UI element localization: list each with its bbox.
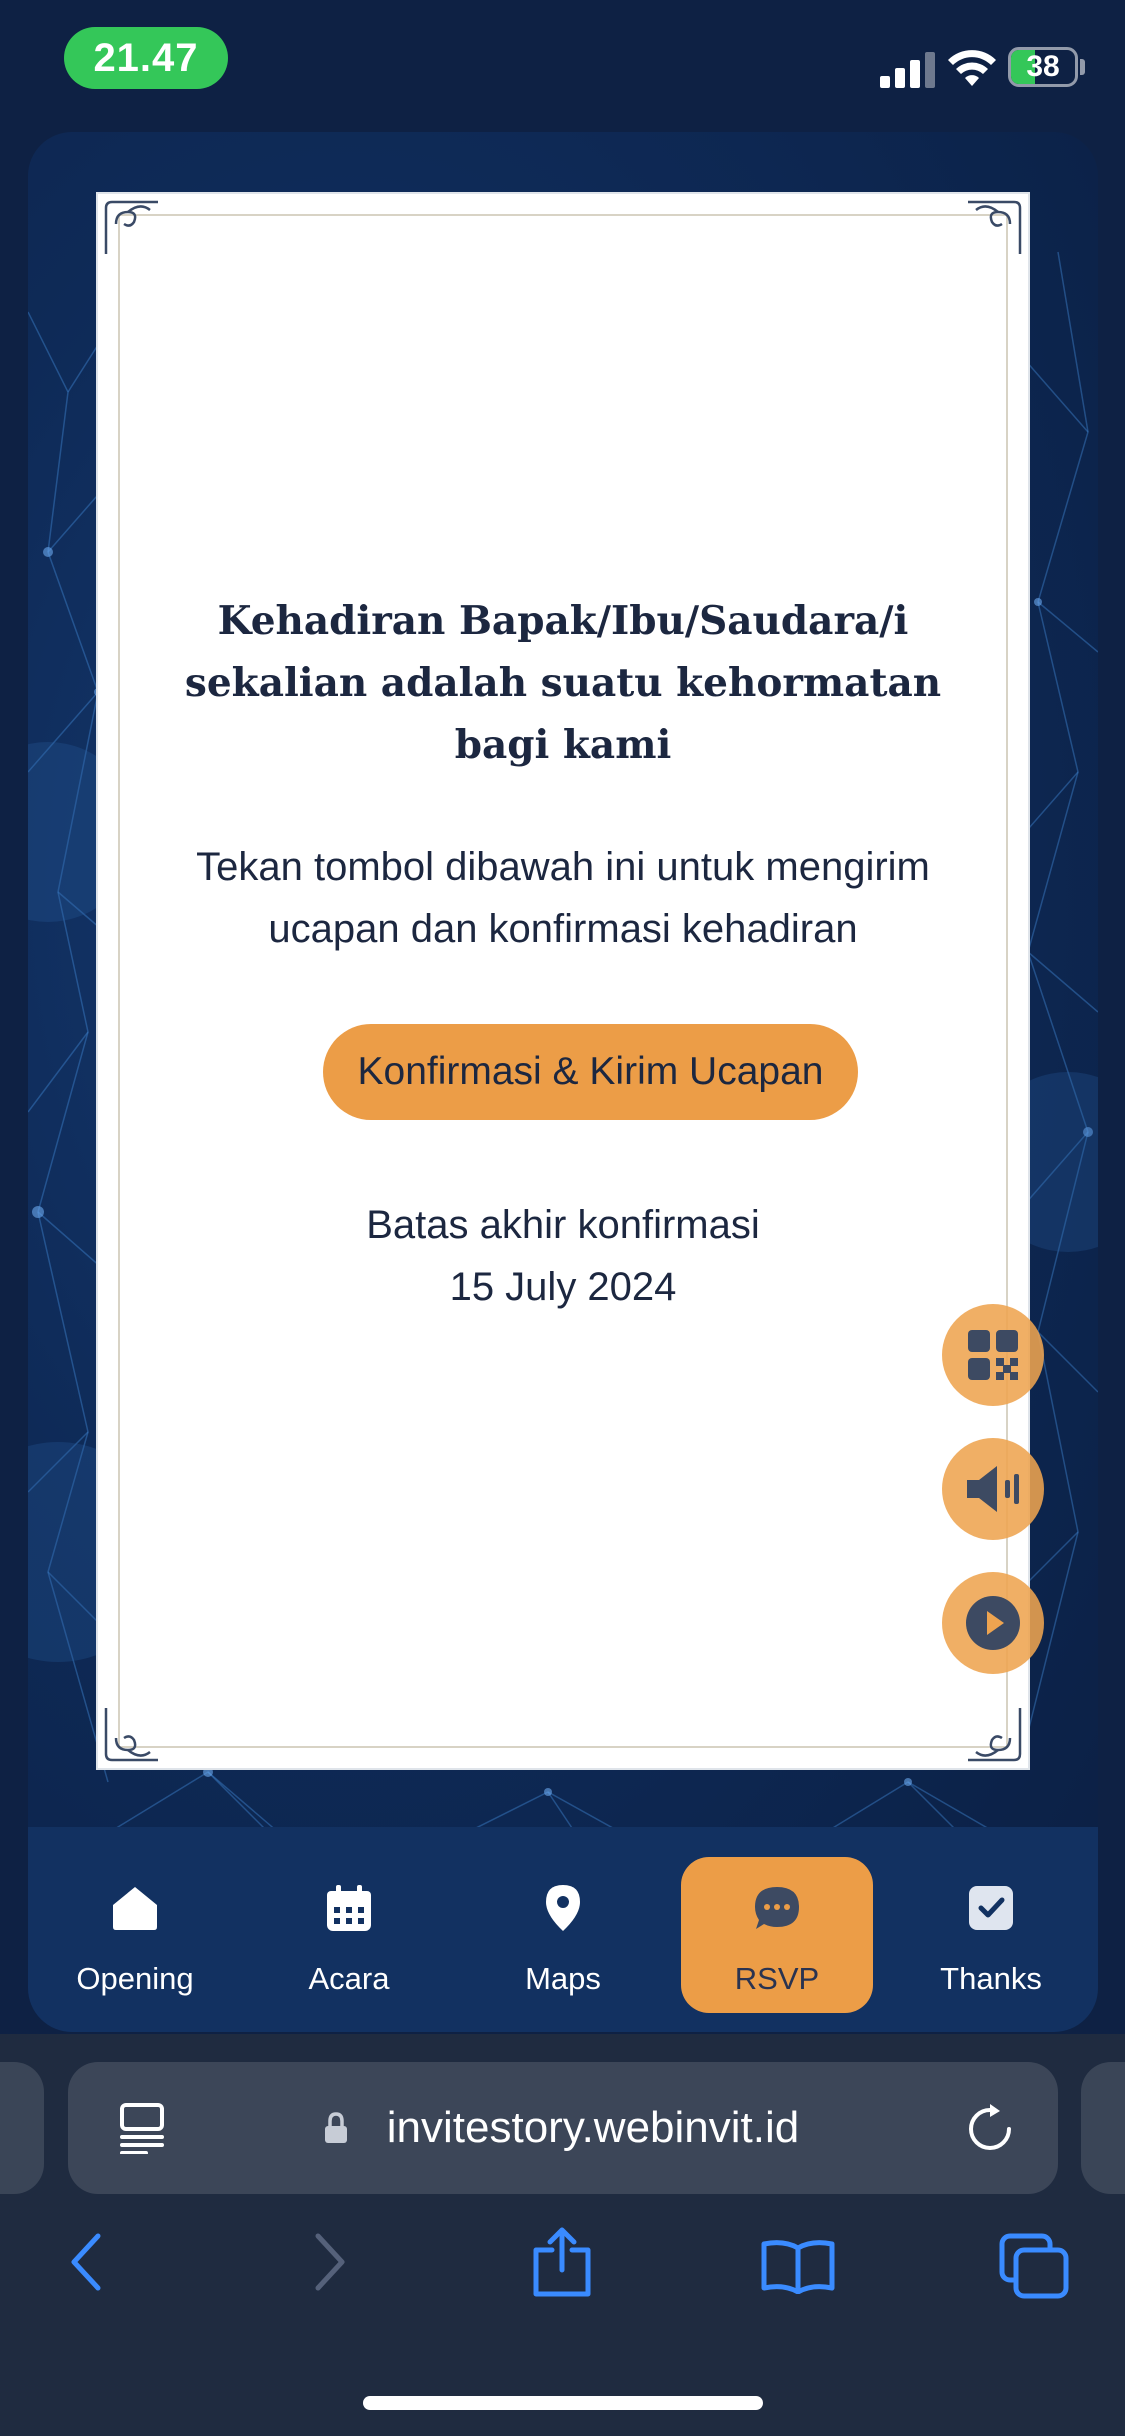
checkbox-icon — [969, 1886, 1013, 1930]
battery-icon: 38 — [1008, 47, 1078, 87]
status-time: 21.47 — [64, 27, 228, 89]
confirm-rsvp-button[interactable]: Konfirmasi & Kirim Ucapan — [323, 1024, 858, 1120]
deadline-date: 15 July 2024 — [449, 1265, 677, 1309]
rsvp-card: Kehadiran Bapak/Ibu/Saudara/i sekalian a… — [98, 194, 1028, 1768]
card-frame — [118, 214, 1008, 1748]
forward-icon[interactable] — [310, 2232, 350, 2292]
cellular-signal-icon — [880, 50, 936, 88]
reload-icon[interactable] — [966, 2104, 1014, 2154]
web-content: Kehadiran Bapak/Ibu/Saudara/i sekalian a… — [28, 132, 1098, 2032]
home-indicator — [363, 2396, 763, 2410]
tab-maps[interactable]: Maps — [467, 1857, 659, 2013]
qr-code-button[interactable] — [942, 1304, 1044, 1406]
wifi-icon — [948, 50, 996, 86]
bookmarks-icon[interactable] — [760, 2238, 836, 2294]
browser-toolbar: invitestory.webinvit.id — [0, 2034, 1125, 2436]
url-text: invitestory.webinvit.id — [386, 2103, 800, 2152]
share-icon[interactable] — [530, 2226, 594, 2298]
ornament-icon — [104, 200, 158, 254]
invitation-headline: Kehadiran Bapak/Ibu/Saudara/i sekalian a… — [184, 598, 942, 768]
play-icon — [966, 1596, 1020, 1650]
back-icon[interactable] — [66, 2232, 106, 2292]
previous-tab-peek[interactable] — [0, 2062, 44, 2194]
deadline: Batas akhir konfirmasi 15 July 2024 — [158, 1194, 968, 1318]
battery-level: 38 — [1026, 50, 1060, 83]
tab-label: Opening — [76, 1961, 194, 1996]
tabs-icon[interactable] — [998, 2232, 1070, 2300]
speaker-icon — [967, 1466, 1019, 1512]
reader-mode-icon[interactable] — [118, 2102, 166, 2154]
ornament-icon — [104, 1708, 158, 1762]
home-icon — [113, 1887, 157, 1930]
bottom-nav: Opening Acara Maps RSVP Thanks — [28, 1827, 1098, 2032]
calendar-icon — [327, 1885, 371, 1931]
map-pin-icon — [546, 1885, 580, 1931]
tab-label: Thanks — [940, 1961, 1042, 1996]
chat-bubble-icon — [755, 1887, 799, 1929]
tab-rsvp[interactable]: RSVP — [681, 1857, 873, 2013]
tab-label: RSVP — [734, 1961, 820, 1996]
tab-thanks[interactable]: Thanks — [895, 1857, 1087, 2013]
tab-label: Maps — [525, 1961, 601, 1996]
ornament-icon — [968, 200, 1022, 254]
next-tab-peek[interactable] — [1081, 2062, 1125, 2194]
qr-code-icon — [968, 1330, 1018, 1380]
rsvp-instruction: Tekan tombol dibawah ini untuk mengirim … — [196, 845, 930, 951]
screen: 21.47 38 Kehadiran Bapak/Ibu/Saudara/i s… — [0, 0, 1125, 2436]
address-bar[interactable]: invitestory.webinvit.id — [68, 2062, 1058, 2194]
deadline-label: Batas akhir konfirmasi — [366, 1203, 760, 1247]
sound-toggle-button[interactable] — [942, 1438, 1044, 1540]
tab-acara[interactable]: Acara — [253, 1857, 445, 2013]
play-button[interactable] — [942, 1572, 1044, 1674]
ornament-icon — [968, 1708, 1022, 1762]
battery-nub — [1080, 59, 1085, 75]
tab-opening[interactable]: Opening — [39, 1857, 231, 2013]
tab-label: Acara — [308, 1961, 390, 1996]
